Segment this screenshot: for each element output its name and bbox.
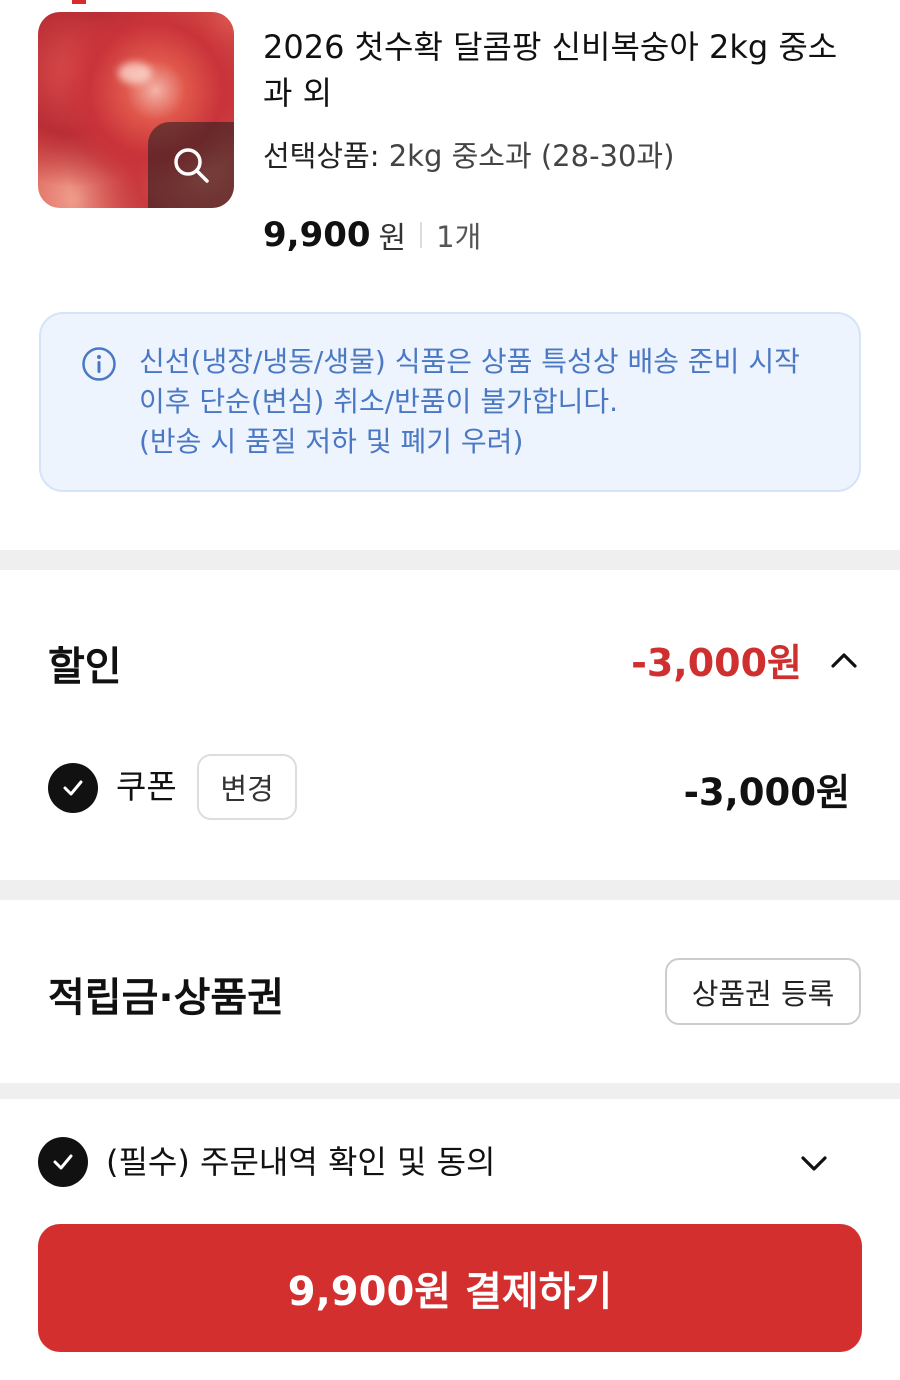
chevron-down-icon[interactable] xyxy=(798,1148,830,1180)
price-divider xyxy=(420,222,423,248)
section-divider xyxy=(0,1083,900,1099)
price-unit: 원 xyxy=(378,221,407,256)
section-divider xyxy=(0,550,900,570)
product-section: 2026 첫수확 달콤팡 신비복숭아 2kg 중소과 외 선택상품: 2kg 중… xyxy=(0,0,900,550)
notice-line: 신선(냉장/냉동/생물) 식품은 상품 특성상 배송 준비 시작 xyxy=(139,345,800,378)
agreement-checkbox[interactable] xyxy=(38,1137,88,1187)
pay-button[interactable]: 9,900원 결제하기 xyxy=(38,1224,862,1352)
voucher-register-button[interactable]: 상품권 등록 xyxy=(665,958,861,1025)
product-title: 2026 첫수확 달콤팡 신비복숭아 2kg 중소과 외 xyxy=(263,28,838,112)
product-image[interactable] xyxy=(38,12,234,208)
check-icon xyxy=(53,1154,73,1170)
fresh-food-notice: 신선(냉장/냉동/생물) 식품은 상품 특성상 배송 준비 시작 이후 단순(변… xyxy=(39,312,861,492)
price-row: 9,900 원 1개 xyxy=(263,210,481,260)
zoom-button[interactable] xyxy=(148,122,234,208)
product-quantity: 1개 xyxy=(436,220,482,254)
chevron-up-icon[interactable] xyxy=(828,644,860,676)
indicator-mark xyxy=(72,0,86,4)
coupon-change-button[interactable]: 변경 xyxy=(197,754,297,820)
check-icon xyxy=(63,780,83,796)
notice-text: 신선(냉장/냉동/생물) 식품은 상품 특성상 배송 준비 시작 이후 단순(변… xyxy=(139,342,839,462)
product-price: 9,900 xyxy=(263,215,371,255)
coupon-amount: -3,000원 xyxy=(683,771,850,814)
notice-line: 이후 단순(변심) 취소/반품이 불가합니다. xyxy=(139,385,619,418)
points-title: 적립금·상품권 xyxy=(48,975,284,1021)
image-highlight xyxy=(118,62,152,84)
notice-line: (반송 시 품질 저하 및 폐기 우려) xyxy=(139,425,524,458)
discount-title: 할인 xyxy=(48,644,122,690)
search-icon xyxy=(174,148,209,183)
option-label: 선택상품: xyxy=(263,139,380,173)
section-divider xyxy=(0,880,900,900)
product-option: 선택상품: 2kg 중소과 (28-30과) xyxy=(263,136,674,176)
agreement-label[interactable]: (필수) 주문내역 확인 및 동의 xyxy=(106,1139,496,1185)
coupon-label: 쿠폰 xyxy=(116,767,177,806)
coupon-checkbox[interactable] xyxy=(48,763,98,813)
discount-total: -3,000원 xyxy=(631,641,802,685)
option-value: 2kg 중소과 (28-30과) xyxy=(388,139,675,173)
info-icon xyxy=(82,347,116,381)
